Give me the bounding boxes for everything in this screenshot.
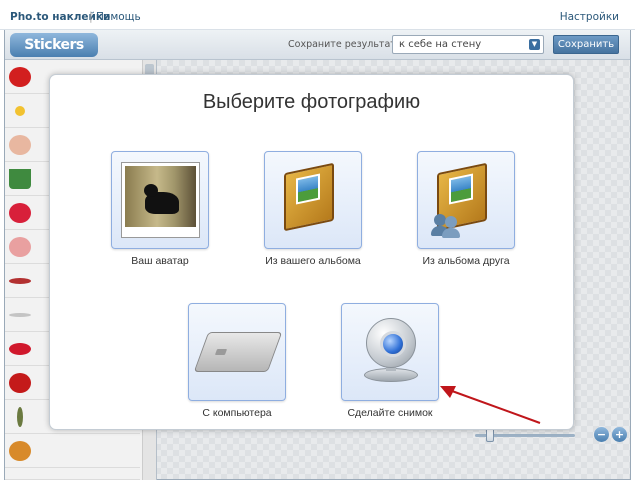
webcam-lens — [380, 331, 406, 357]
sticker-thumb-icon — [9, 343, 31, 355]
separator: | — [89, 10, 93, 23]
hard-drive-icon — [193, 332, 283, 372]
option-label: Сделайте снимок — [347, 407, 433, 419]
save-button[interactable]: Сохранить — [553, 35, 619, 54]
option-label: Из альбома друга — [422, 255, 510, 267]
zoom-in-button[interactable]: + — [612, 427, 627, 442]
sticker-thumb-icon — [9, 278, 31, 284]
annotation-arrow-icon — [440, 386, 541, 424]
option-tile[interactable] — [417, 151, 515, 249]
option-label: Ваш аватар — [131, 255, 189, 267]
avatar-photo-icon — [121, 162, 200, 238]
sticker-thumb-icon — [9, 373, 31, 393]
book-photo — [296, 173, 320, 205]
option-from-computer[interactable]: С компьютера — [182, 303, 292, 419]
sticker-thumb-icon — [9, 169, 31, 189]
category-item[interactable] — [5, 434, 140, 468]
album-icon — [280, 162, 348, 236]
sticker-thumb-icon — [9, 237, 31, 257]
sticker-thumb-icon — [9, 313, 31, 317]
option-take-snapshot[interactable]: Сделайте снимок — [335, 303, 445, 419]
avatar-photo — [125, 166, 196, 227]
settings-link[interactable]: Настройки — [560, 11, 619, 23]
choose-photo-dialog: Выберите фотографию Ваш аватар Из вашего… — [49, 74, 574, 430]
category-item[interactable] — [5, 468, 140, 480]
friend-body — [442, 228, 460, 238]
option-tile[interactable] — [264, 151, 362, 249]
chevron-down-icon: ▼ — [529, 39, 540, 50]
help-link[interactable]: Помощь — [96, 11, 141, 23]
friend-head — [445, 216, 457, 228]
save-result-label: Сохраните результат — [288, 39, 396, 50]
dialog-title: Выберите фотографию — [202, 91, 421, 113]
top-bar: Pho.to наклейки | Помощь Настройки — [0, 0, 635, 30]
option-friend-album[interactable]: Из альбома друга — [411, 151, 521, 267]
option-tile[interactable] — [111, 151, 209, 249]
option-your-album[interactable]: Из вашего альбома — [258, 151, 368, 267]
zoom-slider-handle[interactable] — [486, 428, 494, 442]
stickers-logo: Stickers — [10, 33, 98, 57]
sticker-thumb-icon — [9, 135, 31, 155]
option-label: Из вашего альбома — [265, 255, 361, 267]
sticker-thumb-icon — [9, 203, 31, 223]
option-your-avatar[interactable]: Ваш аватар — [105, 151, 215, 267]
option-label: С компьютера — [202, 407, 272, 419]
sticker-thumb-icon — [17, 407, 23, 427]
sticker-thumb-icon — [9, 67, 31, 87]
book-photo — [449, 173, 473, 205]
drive-light — [214, 349, 228, 355]
cat-head-shape — [144, 184, 158, 197]
save-target-select[interactable]: к себе на стену ▼ — [392, 35, 544, 54]
zoom-out-button[interactable]: − — [594, 427, 609, 442]
sticker-thumb-icon — [9, 441, 31, 461]
arrow-shaft — [451, 390, 541, 424]
save-target-value: к себе на стену — [399, 39, 482, 50]
option-tile[interactable] — [188, 303, 286, 401]
friends-icon — [430, 214, 460, 238]
webcam-icon — [366, 318, 416, 368]
option-tile[interactable] — [341, 303, 439, 401]
app-header: Stickers Сохраните результат к себе на с… — [5, 30, 630, 60]
sticker-thumb-icon — [15, 106, 25, 116]
